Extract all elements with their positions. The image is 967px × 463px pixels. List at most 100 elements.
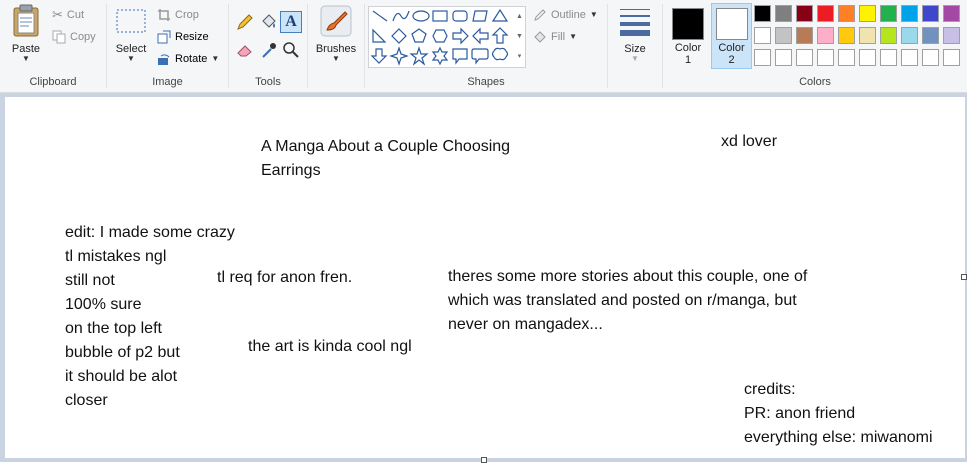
resize-button[interactable]: Resize — [157, 28, 209, 46]
triangle-shape-icon[interactable] — [491, 8, 509, 22]
palette-swatch[interactable] — [775, 27, 792, 44]
color2-button[interactable]: Color 2 — [711, 3, 752, 69]
scissors-icon: ✂ — [52, 7, 63, 22]
palette-swatch[interactable] — [943, 27, 960, 44]
down-arrow-shape-icon[interactable] — [370, 48, 388, 64]
cut-button[interactable]: ✂ Cut — [52, 6, 84, 24]
oval-shape-icon[interactable] — [412, 10, 430, 22]
custom-color-slot[interactable] — [922, 49, 939, 66]
paste-button[interactable]: Paste ▼ — [6, 4, 46, 63]
custom-color-slot[interactable] — [838, 49, 855, 66]
palette-swatch[interactable] — [880, 5, 897, 22]
five-point-star-shape-icon[interactable] — [409, 46, 429, 66]
palette-swatch[interactable] — [922, 27, 939, 44]
paste-caret-icon: ▼ — [22, 54, 30, 63]
palette-swatch[interactable] — [817, 5, 834, 22]
shapes-gallery-grid — [370, 8, 509, 66]
palette-swatch[interactable] — [796, 27, 813, 44]
rounded-rectangle-shape-icon[interactable] — [452, 10, 468, 22]
cut-label: Cut — [66, 9, 85, 21]
size-button[interactable]: Size ▼ — [612, 4, 658, 63]
palette-swatch[interactable] — [775, 5, 792, 22]
request-text: tl req for anon fren. — [217, 269, 353, 286]
palette-swatch[interactable] — [754, 5, 771, 22]
stories-text: theres some more stories about this coup… — [448, 268, 808, 333]
select-button[interactable]: Select ▼ — [113, 4, 149, 63]
copy-label: Copy — [70, 31, 96, 43]
palette-swatch[interactable] — [922, 5, 939, 22]
rectangle-callout-shape-icon[interactable] — [452, 48, 468, 65]
eraser-icon[interactable] — [235, 40, 255, 60]
color2-label: Color — [718, 42, 745, 54]
palette-swatch[interactable] — [859, 5, 876, 22]
color1-button[interactable]: Color 1 — [670, 4, 706, 68]
custom-color-slot[interactable] — [859, 49, 876, 66]
four-point-star-shape-icon[interactable] — [389, 46, 409, 66]
palette-swatch[interactable] — [754, 27, 771, 44]
scroll-down-icon[interactable]: ▼ — [514, 27, 525, 47]
custom-color-slot[interactable] — [754, 49, 771, 66]
rotate-button[interactable]: Rotate ▼ — [157, 50, 219, 68]
right-triangle-shape-icon[interactable] — [372, 28, 387, 43]
rotate-icon — [158, 54, 170, 65]
cloud-callout-shape-icon[interactable] — [491, 47, 509, 61]
palette-swatch[interactable] — [943, 5, 960, 22]
outline-button[interactable]: Outline ▼ — [533, 6, 598, 24]
color1-label: Color — [674, 42, 702, 54]
rectangle-shape-icon[interactable] — [432, 10, 448, 22]
right-arrow-shape-icon[interactable] — [452, 27, 469, 45]
custom-color-slot[interactable] — [901, 49, 918, 66]
oval-callout-shape-icon[interactable] — [471, 48, 489, 65]
fill-bucket-icon[interactable] — [259, 12, 279, 32]
size-lines-icon — [620, 9, 650, 36]
rotate-caret-icon: ▼ — [211, 54, 220, 63]
custom-color-slot[interactable] — [943, 49, 960, 66]
custom-color-slot[interactable] — [775, 49, 792, 66]
palette-swatch[interactable] — [901, 27, 918, 44]
clipboard-icon — [13, 4, 39, 37]
crop-button[interactable]: Crop — [157, 6, 199, 24]
line-shape-icon[interactable] — [372, 10, 388, 22]
color2-number: 2 — [728, 54, 735, 66]
scroll-up-icon[interactable]: ▲ — [514, 7, 525, 27]
polygon-shape-icon[interactable] — [472, 10, 488, 22]
canvas-resize-handle-bottom[interactable] — [481, 457, 487, 463]
six-point-star-shape-icon[interactable] — [431, 46, 449, 66]
drawing-canvas[interactable]: A Manga About a Couple Choosing Earrings… — [5, 97, 965, 458]
fill-button[interactable]: Fill ▼ — [533, 28, 577, 46]
palette-swatch[interactable] — [838, 5, 855, 22]
canvas-resize-handle-right[interactable] — [961, 274, 967, 280]
text-tool-icon[interactable]: A — [280, 11, 302, 33]
shapes-gallery-scroll[interactable]: ▲ ▼ ▾ — [514, 6, 526, 68]
palette-swatch[interactable] — [880, 27, 897, 44]
crop-icon — [158, 9, 170, 21]
up-arrow-shape-icon[interactable] — [491, 27, 509, 44]
palette-swatch[interactable] — [796, 5, 813, 22]
rotate-label: Rotate — [175, 53, 208, 65]
diamond-shape-icon[interactable] — [391, 28, 407, 44]
title-text: A Manga About a Couple Choosing Earrings — [261, 138, 511, 179]
pencil-icon[interactable] — [235, 12, 255, 32]
palette-swatch[interactable] — [838, 27, 855, 44]
palette-swatch[interactable] — [901, 5, 918, 22]
palette-swatch[interactable] — [859, 27, 876, 44]
magnifier-icon[interactable] — [281, 40, 301, 60]
copy-button[interactable]: Copy — [52, 28, 96, 46]
shapes-gallery — [368, 6, 516, 68]
brushes-caret-icon: ▼ — [332, 54, 340, 63]
palette-swatch[interactable] — [817, 27, 834, 44]
divider — [307, 4, 308, 88]
custom-color-slot[interactable] — [880, 49, 897, 66]
custom-color-slot[interactable] — [817, 49, 834, 66]
gallery-expand-icon[interactable]: ▾ — [514, 47, 525, 67]
curve-shape-icon[interactable] — [392, 10, 410, 22]
brushes-button[interactable]: Brushes ▼ — [311, 4, 361, 63]
fill-caret-icon: ▼ — [569, 32, 577, 41]
color-picker-icon[interactable] — [259, 40, 279, 60]
hexagon-shape-icon[interactable] — [432, 29, 448, 43]
colors-group-label: Colors — [799, 76, 831, 88]
left-arrow-shape-icon[interactable] — [472, 27, 489, 45]
custom-color-slot[interactable] — [796, 49, 813, 66]
pentagon-shape-icon[interactable] — [411, 28, 427, 43]
xd-lover-text: xd lover — [721, 133, 778, 150]
